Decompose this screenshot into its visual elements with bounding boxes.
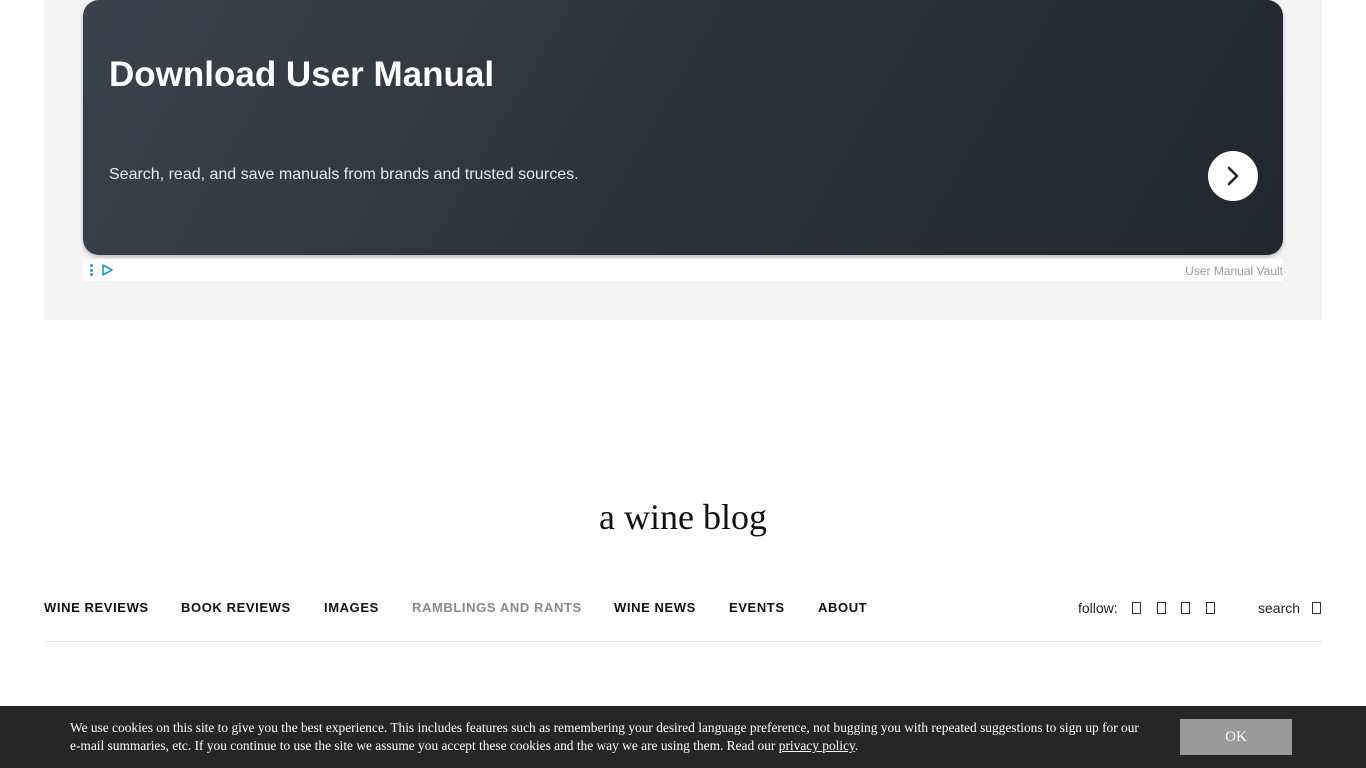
ad-footer: User Manual Vault [83, 259, 1283, 281]
cookie-banner: We use cookies on this site to give you … [0, 706, 1366, 768]
ad-open-button[interactable] [1208, 151, 1258, 201]
main-nav: WINE REVIEWS BOOK REVIEWS IMAGES RAMBLIN… [44, 600, 1322, 620]
follow-label: follow: [1078, 600, 1118, 616]
social-icon-3[interactable] [1181, 602, 1190, 614]
ad-description[interactable]: Search, read, and save manuals from bran… [109, 166, 579, 184]
blog-title[interactable]: a wine blog [0, 496, 1366, 538]
nav-item-ramblings-and-rants[interactable]: RAMBLINGS AND RANTS [412, 600, 582, 615]
social-icon-4[interactable] [1206, 602, 1215, 614]
privacy-policy-link[interactable]: privacy policy [779, 738, 855, 753]
cookie-ok-button[interactable]: OK [1180, 719, 1292, 755]
search-icon[interactable] [1312, 602, 1321, 614]
chevron-right-icon [1227, 166, 1239, 186]
ad-section: Download User Manual Search, read, and s… [44, 0, 1322, 320]
ad-card[interactable]: Download User Manual Search, read, and s… [83, 0, 1283, 255]
nav-item-wine-news[interactable]: WINE NEWS [614, 600, 696, 615]
social-icon-2[interactable] [1157, 602, 1166, 614]
cookie-text: We use cookies on this site to give you … [70, 720, 1139, 753]
nav-item-images[interactable]: IMAGES [324, 600, 379, 615]
ad-options-icon[interactable] [89, 264, 95, 278]
nav-item-book-reviews[interactable]: BOOK REVIEWS [181, 600, 291, 615]
social-icon-1[interactable] [1132, 602, 1141, 614]
nav-item-about[interactable]: ABOUT [818, 600, 867, 615]
search-label[interactable]: search [1258, 600, 1300, 616]
nav-item-events[interactable]: EVENTS [729, 600, 785, 615]
nav-item-wine-reviews[interactable]: WINE REVIEWS [44, 600, 149, 615]
nav-divider [44, 641, 1322, 642]
adchoices-play-icon[interactable] [101, 264, 113, 276]
ad-source-label[interactable]: User Manual Vault [1185, 264, 1283, 278]
ad-title[interactable]: Download User Manual [109, 55, 494, 95]
